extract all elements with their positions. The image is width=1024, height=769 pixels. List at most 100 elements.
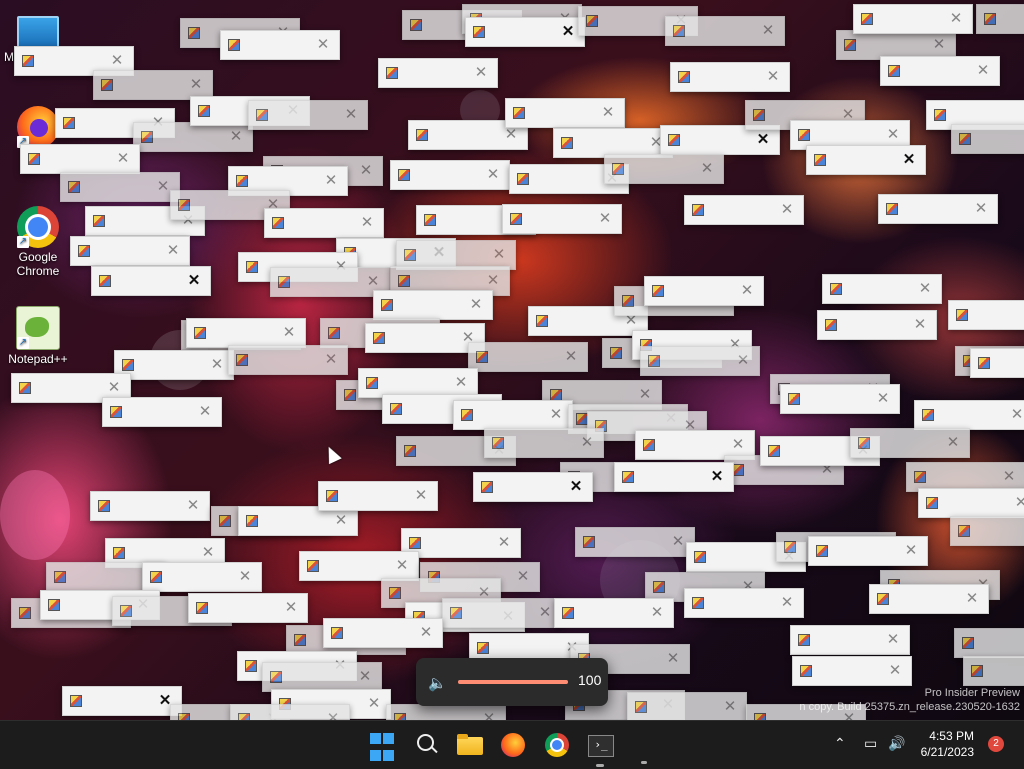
close-icon[interactable]: ✕ xyxy=(637,385,653,405)
close-icon[interactable]: ✕ xyxy=(901,150,917,170)
close-icon[interactable]: ✕ xyxy=(973,199,989,219)
close-icon[interactable]: ✕ xyxy=(931,35,947,55)
close-icon[interactable]: ✕ xyxy=(600,103,616,123)
close-icon[interactable]: ✕ xyxy=(1009,405,1024,425)
close-icon[interactable]: ✕ xyxy=(887,661,903,681)
close-icon[interactable]: ✕ xyxy=(315,35,331,55)
error-dialog[interactable]: ✕ xyxy=(954,628,1024,658)
close-icon[interactable]: ✕ xyxy=(197,402,213,422)
close-icon[interactable]: ✕ xyxy=(228,127,244,147)
error-dialog[interactable]: ✕ xyxy=(790,625,910,655)
close-icon[interactable]: ✕ xyxy=(739,281,755,301)
taskbar-clock[interactable]: 4:53 PM 6/21/2023 xyxy=(912,728,974,760)
error-dialog[interactable]: ✕ xyxy=(133,122,253,152)
close-icon[interactable]: ✕ xyxy=(548,405,564,425)
close-icon[interactable]: ✕ xyxy=(964,589,980,609)
error-dialog[interactable]: ✕ xyxy=(142,562,262,592)
error-dialog[interactable]: ✕ xyxy=(554,598,674,628)
close-icon[interactable]: ✕ xyxy=(709,467,725,487)
close-icon[interactable]: ✕ xyxy=(779,200,795,220)
close-icon[interactable]: ✕ xyxy=(323,350,339,370)
search-button[interactable] xyxy=(412,729,444,761)
close-icon[interactable]: ✕ xyxy=(597,209,613,229)
close-icon[interactable]: ✕ xyxy=(903,541,919,561)
close-icon[interactable]: ✕ xyxy=(1013,493,1024,513)
close-icon[interactable]: ✕ xyxy=(283,598,299,618)
terminal-taskbar-button[interactable] xyxy=(584,729,616,767)
close-icon[interactable]: ✕ xyxy=(735,351,751,371)
close-icon[interactable]: ✕ xyxy=(366,694,382,714)
error-dialog[interactable]: ✕ xyxy=(665,16,785,46)
error-dialog[interactable]: ✕ xyxy=(822,274,942,304)
error-dialog[interactable]: ✕ xyxy=(248,100,368,130)
error-dialog[interactable]: ✕ xyxy=(670,62,790,92)
close-icon[interactable]: ✕ xyxy=(418,623,434,643)
close-icon[interactable]: ✕ xyxy=(413,486,429,506)
close-icon[interactable]: ✕ xyxy=(358,161,374,181)
error-dialog[interactable]: ✕ xyxy=(918,488,1024,518)
close-icon[interactable]: ✕ xyxy=(186,271,202,291)
close-icon[interactable]: ✕ xyxy=(453,373,469,393)
close-icon[interactable]: ✕ xyxy=(155,177,171,197)
error-dialog[interactable]: ✕ xyxy=(102,397,222,427)
error-dialog[interactable]: ✕ xyxy=(230,704,350,720)
file-explorer-button[interactable] xyxy=(454,729,486,761)
close-icon[interactable]: ✕ xyxy=(560,22,576,42)
error-dialog[interactable]: ✕ xyxy=(264,208,384,238)
error-dialog[interactable]: ✕ xyxy=(484,428,604,458)
desktop-icon-notepad-plus-plus[interactable]: ↗ Notepad++ xyxy=(2,306,74,366)
close-icon[interactable]: ✕ xyxy=(468,295,484,315)
close-icon[interactable]: ✕ xyxy=(357,667,373,687)
desktop[interactable]: My ↗ ↗ Google Chrome ↗ Notepad++ ✕ ✕ ✕ ✕ ✕ ✕ ✕… xyxy=(0,0,1024,720)
error-dialog[interactable]: ✕ xyxy=(869,584,989,614)
network-icon[interactable]: ▭ xyxy=(864,735,877,752)
close-icon[interactable]: ✕ xyxy=(365,272,381,292)
error-dialog[interactable]: ✕ xyxy=(850,428,970,458)
close-icon[interactable]: ✕ xyxy=(568,477,584,497)
close-icon[interactable]: ✕ xyxy=(760,21,776,41)
close-icon[interactable]: ✕ xyxy=(115,149,131,169)
error-dialog[interactable]: ✕ xyxy=(62,686,182,716)
error-dialog[interactable]: ✕ xyxy=(386,704,506,720)
close-icon[interactable]: ✕ xyxy=(323,171,339,191)
close-icon[interactable]: ✕ xyxy=(975,61,991,81)
error-dialog[interactable]: ✕ xyxy=(808,536,928,566)
close-icon[interactable]: ✕ xyxy=(885,125,901,145)
error-dialog[interactable]: ✕ xyxy=(604,154,724,184)
close-icon[interactable]: ✕ xyxy=(665,649,681,669)
close-icon[interactable]: ✕ xyxy=(485,165,501,185)
close-icon[interactable]: ✕ xyxy=(485,271,501,291)
error-dialog[interactable]: ✕ xyxy=(575,527,695,557)
error-dialog[interactable]: ✕ xyxy=(951,124,1024,154)
error-dialog[interactable]: ✕ xyxy=(442,598,562,628)
error-dialog[interactable]: ✕ xyxy=(60,172,180,202)
close-icon[interactable]: ✕ xyxy=(359,213,375,233)
close-icon[interactable]: ✕ xyxy=(496,533,512,553)
close-icon[interactable]: ✕ xyxy=(185,496,201,516)
error-dialog[interactable]: ✕ xyxy=(401,528,521,558)
error-dialog[interactable]: ✕ xyxy=(114,350,234,380)
error-dialog[interactable]: ✕ xyxy=(90,491,210,521)
error-dialog[interactable]: ✕ xyxy=(220,30,340,60)
close-icon[interactable]: ✕ xyxy=(281,323,297,343)
close-icon[interactable]: ✕ xyxy=(563,347,579,367)
close-icon[interactable]: ✕ xyxy=(394,556,410,576)
error-dialog[interactable]: ✕ xyxy=(880,56,1000,86)
error-dialog[interactable]: ✕ xyxy=(970,348,1024,378)
close-icon[interactable]: ✕ xyxy=(722,697,738,717)
volume-slider[interactable] xyxy=(458,680,568,684)
error-dialog[interactable]: ✕ xyxy=(453,400,573,430)
error-dialog[interactable]: ✕ xyxy=(365,323,485,353)
close-icon[interactable]: ✕ xyxy=(200,543,216,563)
error-dialog[interactable]: ✕ xyxy=(627,692,747,720)
close-icon[interactable]: ✕ xyxy=(165,241,181,261)
volume-icon[interactable]: 🔊 xyxy=(888,735,905,752)
close-icon[interactable]: ✕ xyxy=(730,435,746,455)
error-dialog[interactable]: ✕ xyxy=(640,346,760,376)
error-dialog[interactable]: ✕ xyxy=(614,462,734,492)
close-icon[interactable]: ✕ xyxy=(948,9,964,29)
error-dialog[interactable]: ✕ xyxy=(299,551,419,581)
error-dialog[interactable]: ✕ xyxy=(318,481,438,511)
error-dialog[interactable]: ✕ xyxy=(20,144,140,174)
firefox-taskbar-button[interactable] xyxy=(497,729,529,761)
